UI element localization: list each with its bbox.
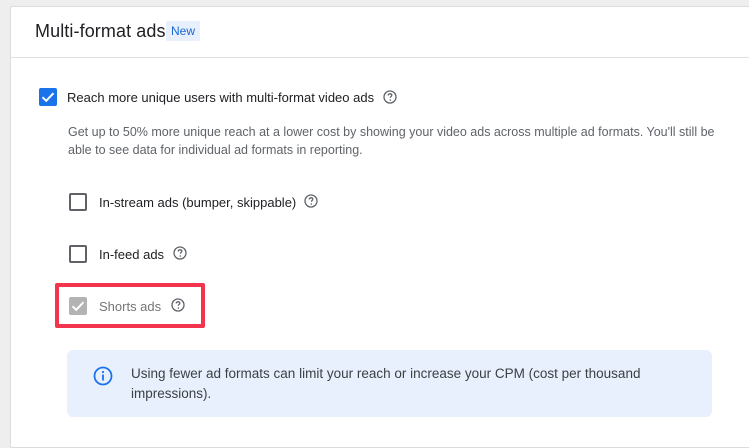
info-icon — [93, 366, 113, 386]
in-stream-checkbox[interactable] — [69, 193, 87, 211]
in-feed-checkbox[interactable] — [69, 245, 87, 263]
in-feed-label[interactable]: In-feed ads — [99, 247, 164, 262]
help-icon[interactable] — [173, 246, 187, 260]
help-icon[interactable] — [304, 194, 318, 208]
help-icon[interactable] — [383, 90, 397, 104]
section-title: Multi-format ads — [35, 21, 166, 41]
info-notice: Using fewer ad formats can limit your re… — [67, 350, 712, 417]
multi-format-description: Get up to 50% more unique reach at a low… — [68, 125, 715, 157]
checkmark-icon — [41, 92, 55, 103]
card-header: Multi-format ads New — [11, 7, 749, 58]
new-badge: New — [166, 21, 201, 41]
multi-format-checkbox[interactable] — [39, 88, 57, 106]
info-text: Using fewer ad formats can limit your re… — [131, 366, 641, 401]
multi-format-label[interactable]: Reach more unique users with multi-forma… — [67, 90, 374, 105]
in-stream-label[interactable]: In-stream ads (bumper, skippable) — [99, 195, 296, 210]
multi-format-ads-card: Multi-format ads New Reach more unique u… — [10, 6, 749, 448]
shorts-highlight-box — [55, 283, 205, 328]
